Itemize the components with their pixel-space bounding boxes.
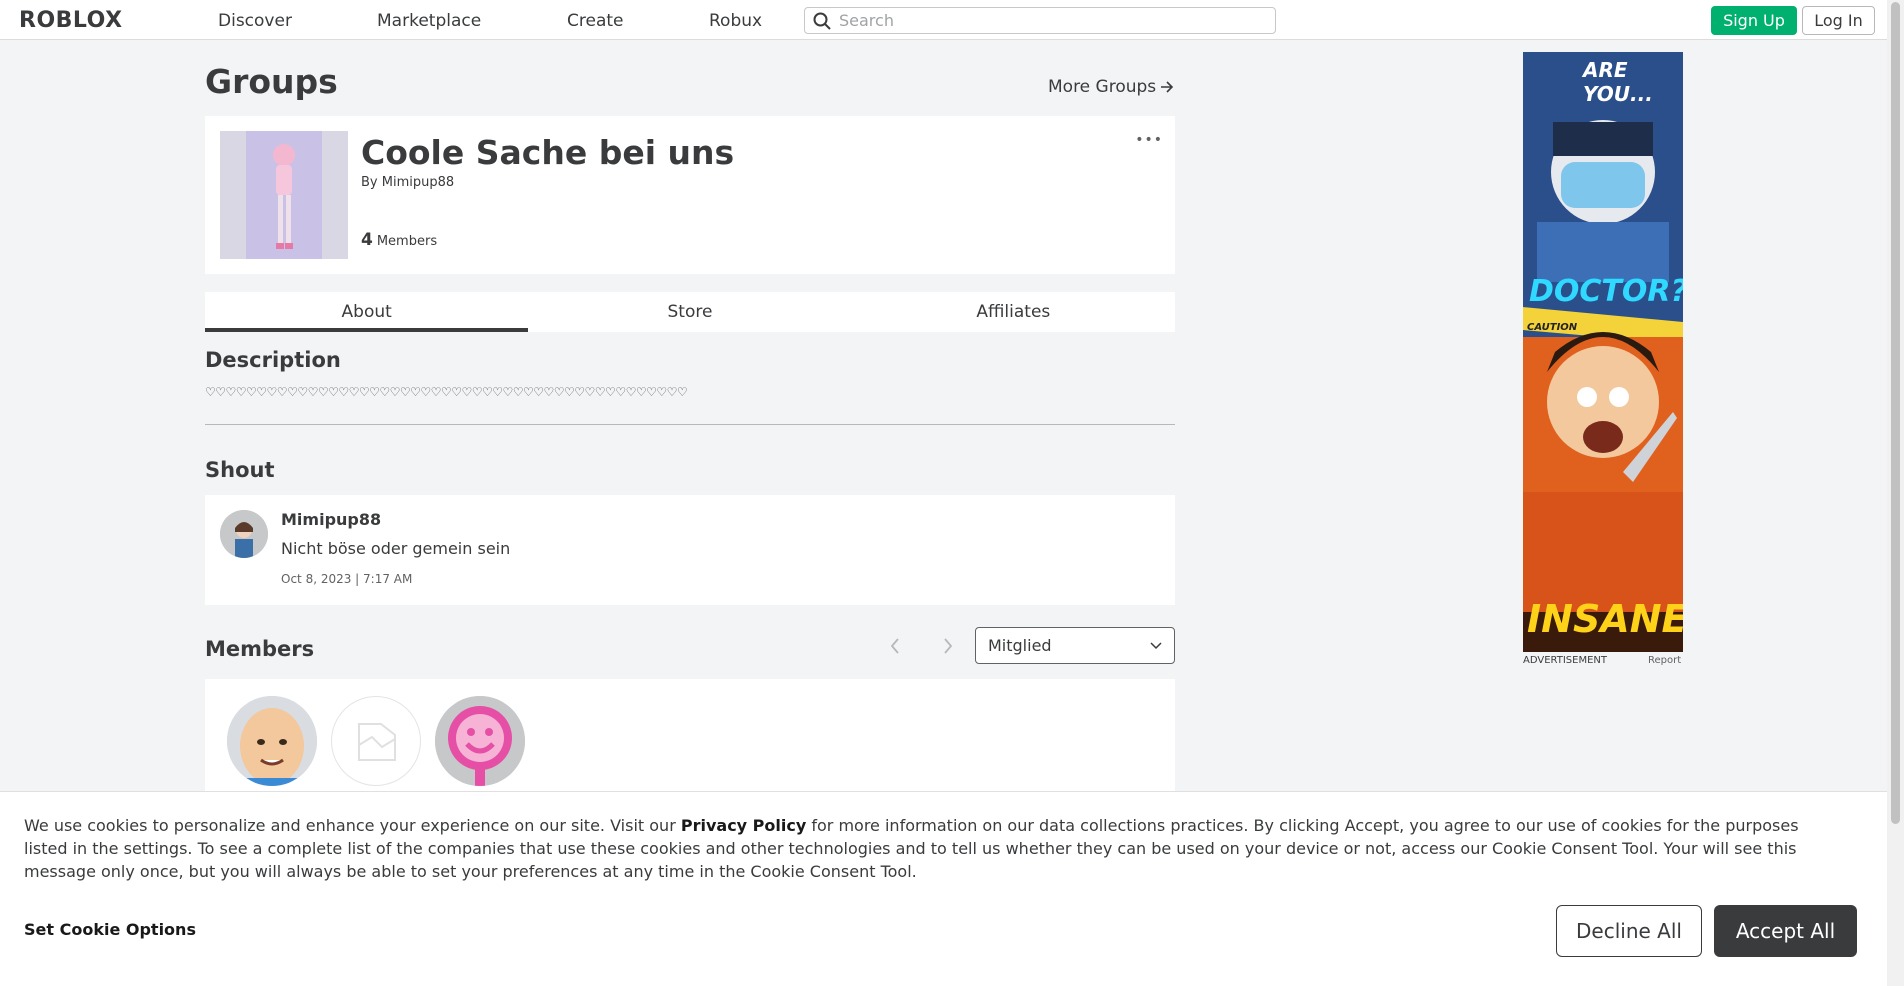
more-groups-label: More Groups — [1048, 77, 1157, 97]
search-icon — [813, 12, 831, 30]
page-title: Groups — [205, 62, 338, 101]
members-list — [205, 679, 1175, 799]
decline-all-button[interactable]: Decline All — [1556, 905, 1702, 957]
member-avatar[interactable] — [435, 696, 525, 786]
nav-robux[interactable]: Robux — [709, 11, 762, 31]
chevron-right-icon[interactable] — [942, 636, 954, 661]
group-header-card: Coole Sache bei uns By Mimipup88 4 Member… — [205, 116, 1175, 274]
privacy-policy-link[interactable]: Privacy Policy — [681, 816, 806, 835]
shout-card: Mimipup88 Nicht böse oder gemein sein Oc… — [205, 495, 1175, 605]
group-owner-line: By Mimipup88 — [361, 175, 454, 190]
section-divider — [205, 424, 1175, 425]
chevron-left-icon[interactable] — [889, 636, 901, 661]
nav-create[interactable]: Create — [567, 11, 624, 31]
set-cookie-options-link[interactable]: Set Cookie Options — [24, 920, 196, 939]
cookie-consent-banner: We use cookies to personalize and enhanc… — [0, 791, 1887, 986]
shout-timestamp: Oct 8, 2023 | 7:17 AM — [281, 572, 413, 586]
more-options-icon[interactable]: ••• — [1135, 132, 1163, 148]
member-avatar[interactable] — [227, 696, 317, 786]
chevron-down-icon — [1150, 641, 1162, 649]
log-in-button[interactable]: Log In — [1802, 6, 1875, 35]
tab-about[interactable]: About — [205, 292, 529, 332]
shout-message: Nicht böse oder gemein sein — [281, 539, 511, 558]
group-emblem — [220, 131, 348, 259]
search-input[interactable] — [839, 11, 1259, 30]
ad-headline-top: ARE YOU... — [1583, 58, 1653, 106]
role-select-value: Mitglied — [988, 636, 1052, 655]
cookie-text-before: We use cookies to personalize and enhanc… — [24, 816, 681, 835]
accept-all-button[interactable]: Accept All — [1714, 905, 1857, 957]
shout-author[interactable]: Mimipup88 — [281, 510, 381, 529]
group-tabs: About Store Affiliates — [205, 292, 1175, 332]
by-prefix: By — [361, 175, 378, 190]
nav-discover[interactable]: Discover — [218, 11, 292, 31]
member-avatar-placeholder[interactable] — [331, 696, 421, 786]
role-select[interactable]: Mitglied — [975, 627, 1175, 664]
ad-label: ADVERTISEMENT — [1523, 655, 1608, 666]
members-title: Members — [205, 637, 315, 661]
shout-title: Shout — [205, 458, 275, 482]
ad-caution-text: CAUTION — [1527, 322, 1578, 333]
search-bar — [804, 7, 1276, 34]
description-title: Description — [205, 348, 341, 372]
ad-headline-mid: DOCTOR? — [1529, 274, 1683, 309]
cookie-message: We use cookies to personalize and enhanc… — [24, 814, 1844, 883]
member-count-label: Members — [376, 234, 438, 249]
top-navigation-bar: ROBLOX Discover Marketplace Create Robux… — [0, 0, 1887, 40]
tab-store[interactable]: Store — [528, 292, 851, 332]
arrow-right-icon — [1161, 81, 1174, 93]
roblox-logo[interactable]: ROBLOX — [19, 8, 123, 33]
sign-up-button[interactable]: Sign Up — [1711, 6, 1797, 35]
group-name: Coole Sache bei uns — [361, 133, 735, 172]
member-count-value: 4 — [361, 230, 373, 250]
ad-headline-bottom: INSANE? — [1527, 597, 1683, 641]
ad-report-link[interactable]: Report — [1648, 655, 1681, 666]
nav-marketplace[interactable]: Marketplace — [377, 11, 481, 31]
description-text: ♡♡♡♡♡♡♡♡♡♡♡♡♡♡♡♡♡♡♡♡♡♡♡♡♡♡♡♡♡♡♡♡♡♡♡♡♡♡♡♡… — [205, 385, 688, 399]
avatar[interactable] — [220, 510, 268, 558]
scrollbar-thumb[interactable] — [1891, 2, 1900, 824]
tab-affiliates[interactable]: Affiliates — [852, 292, 1175, 332]
group-owner-link[interactable]: Mimipup88 — [382, 175, 454, 190]
more-groups-link[interactable]: More Groups — [1048, 77, 1174, 97]
page-scrollbar[interactable] — [1887, 0, 1904, 986]
group-member-count: 4 Members — [361, 230, 437, 250]
advertisement-banner[interactable]: ARE YOU... DOCTOR? CAUTION INSANE? — [1523, 52, 1683, 652]
